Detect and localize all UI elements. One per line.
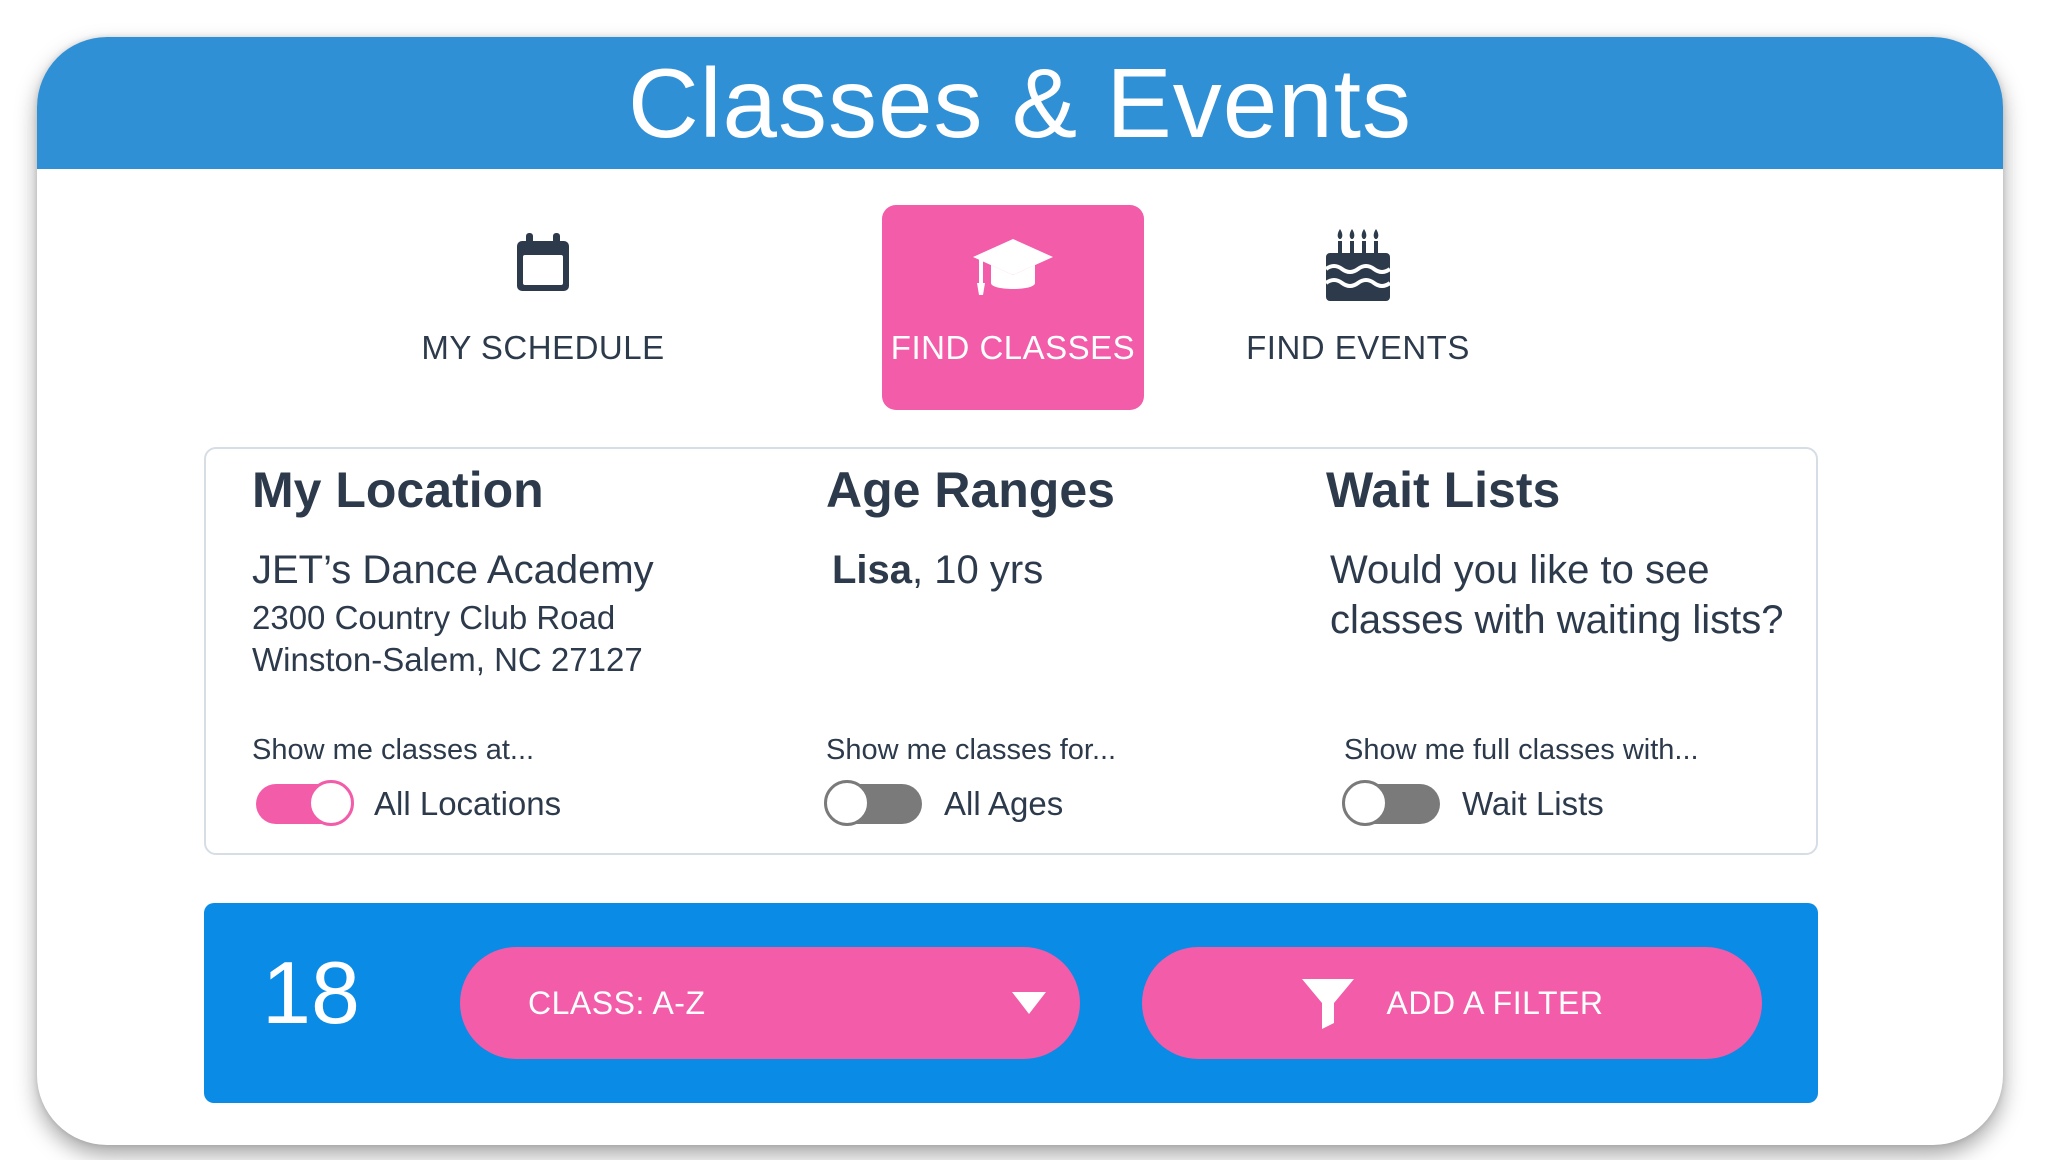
filter-label: ADD A FILTER bbox=[1386, 984, 1604, 1021]
wait-list-question-line-1: Would you like to see bbox=[1330, 548, 1710, 592]
student-name: Lisa bbox=[832, 548, 913, 592]
all-locations-toggle-row: All Locations bbox=[256, 780, 562, 826]
calendar-icon bbox=[517, 233, 569, 291]
funnel-icon bbox=[1302, 979, 1355, 1029]
caret-down-icon bbox=[1012, 992, 1046, 1014]
all-locations-toggle[interactable] bbox=[256, 780, 354, 826]
tab-label: MY SCHEDULE bbox=[421, 329, 665, 366]
location-caption: Show me classes at... bbox=[252, 734, 535, 766]
graduation-cap-icon bbox=[973, 239, 1053, 295]
tab-find-events[interactable]: FIND EVENTS bbox=[1227, 205, 1489, 410]
student-age: , 10 yrs bbox=[912, 548, 1044, 592]
location-title: My Location bbox=[252, 462, 544, 518]
toggle-knob bbox=[1342, 780, 1388, 826]
birthday-cake-icon bbox=[1324, 229, 1392, 301]
age-ranges-section: Age Ranges Lisa, 10 yrs Show me classes … bbox=[824, 449, 1306, 853]
toggle-label: All Locations bbox=[374, 785, 562, 822]
address-line-2: Winston-Salem, NC 27127 bbox=[252, 641, 643, 678]
wait-lists-toggle-row: Wait Lists bbox=[1342, 780, 1604, 826]
sort-label: CLASS: A-Z bbox=[528, 984, 706, 1021]
add-filter-button[interactable]: ADD A FILTER bbox=[1142, 947, 1762, 1059]
classes-events-card: Classes & Events MY SCHEDULE FIND CLASSE… bbox=[37, 37, 2003, 1145]
ages-caption: Show me classes for... bbox=[826, 734, 1117, 766]
studio-name: JET’s Dance Academy bbox=[252, 548, 654, 592]
student-info: Lisa, 10 yrs bbox=[832, 545, 1043, 595]
tab-my-schedule[interactable]: MY SCHEDULE bbox=[412, 205, 674, 410]
all-ages-toggle[interactable] bbox=[824, 780, 922, 826]
header-bar: Classes & Events bbox=[37, 37, 2003, 169]
tab-find-classes[interactable]: FIND CLASSES bbox=[882, 205, 1144, 410]
toggle-label: Wait Lists bbox=[1462, 785, 1604, 822]
wait-lists-section: Wait Lists Would you like to see classes… bbox=[1326, 449, 1806, 853]
toggle-knob bbox=[308, 780, 354, 826]
toggle-knob bbox=[824, 780, 870, 826]
wait-list-question-line-2: classes with waiting lists? bbox=[1330, 598, 1784, 642]
tab-label: FIND CLASSES bbox=[890, 329, 1136, 366]
address-line-1: 2300 Country Club Road bbox=[252, 599, 616, 636]
wait-lists-caption: Show me full classes with... bbox=[1344, 734, 1699, 766]
location-section: My Location JET’s Dance Academy 2300 Cou… bbox=[252, 449, 812, 853]
sort-dropdown[interactable]: CLASS: A-Z bbox=[460, 947, 1080, 1059]
wait-lists-title: Wait Lists bbox=[1326, 462, 1561, 518]
age-ranges-title: Age Ranges bbox=[826, 462, 1115, 518]
wait-lists-toggle[interactable] bbox=[1342, 780, 1440, 826]
page-title: Classes & Events bbox=[628, 48, 1412, 158]
results-count: 18 bbox=[262, 943, 360, 1042]
tab-label: FIND EVENTS bbox=[1246, 329, 1470, 366]
all-ages-toggle-row: All Ages bbox=[824, 780, 1064, 826]
toggle-label: All Ages bbox=[944, 785, 1064, 822]
results-action-bar: 18 CLASS: A-Z ADD A FILTER bbox=[204, 903, 1818, 1103]
preferences-panel: My Location JET’s Dance Academy 2300 Cou… bbox=[204, 447, 1818, 855]
